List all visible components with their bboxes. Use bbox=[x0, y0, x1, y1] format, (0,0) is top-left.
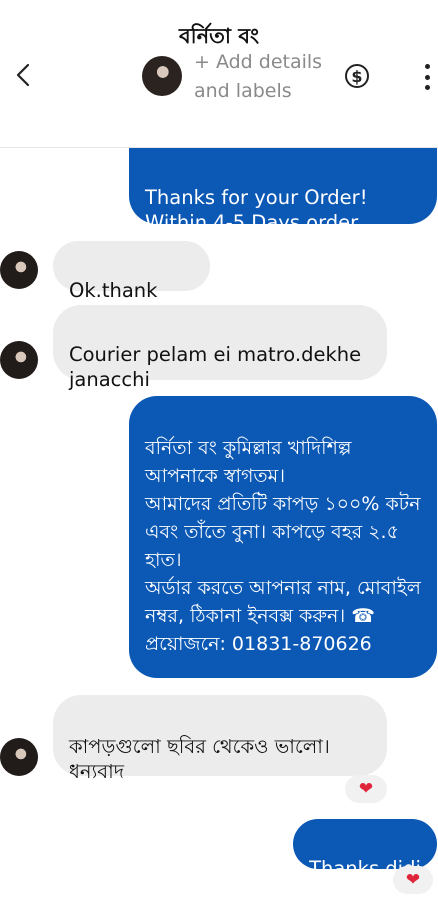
message-outgoing-shop-welcome[interactable]: বর্নিতা বং কুমিল্লার খাদিশিল্প আপনাকে স্… bbox=[129, 396, 437, 678]
dollar-circle-icon[interactable]: $ bbox=[345, 64, 369, 88]
chat-header: বর্নিতা বং + Add details and labels $ bbox=[0, 0, 438, 148]
more-vertical-icon[interactable] bbox=[424, 64, 430, 90]
back-button[interactable] bbox=[10, 58, 36, 92]
add-details-link[interactable]: + Add details and labels bbox=[194, 48, 324, 106]
contact-avatar[interactable] bbox=[0, 738, 38, 776]
contact-avatar[interactable] bbox=[0, 341, 38, 379]
message-incoming-thanks-bangla[interactable]: কাপড়গুলো ছবির থেকেও ভালো। ধন্যবাদ bbox=[53, 695, 387, 783]
reaction-heart[interactable]: ❤ bbox=[393, 866, 433, 894]
chevron-left-icon bbox=[16, 63, 30, 87]
message-text: Courier pelam ei matro.dekhe janacchi bbox=[69, 343, 362, 391]
message-incoming-ok-thank-you[interactable]: Ok.thank you bbox=[53, 241, 210, 327]
message-text: কাপড়গুলো ছবির থেকেও ভালো। ধন্যবাদ bbox=[69, 735, 330, 783]
message-outgoing-thanks-didi[interactable]: Thanks didi bbox=[293, 819, 437, 880]
heart-icon: ❤ bbox=[358, 779, 374, 799]
message-text: বর্নিতা বং কুমিল্লার খাদিশিল্প আপনাকে স্… bbox=[145, 437, 421, 655]
contact-avatar[interactable] bbox=[142, 56, 182, 96]
dollar-symbol: $ bbox=[351, 66, 363, 86]
heart-icon: ❤ bbox=[405, 870, 421, 890]
reaction-heart[interactable]: ❤ bbox=[345, 775, 387, 803]
message-incoming-courier[interactable]: Courier pelam ei matro.dekhe janacchi bbox=[53, 305, 387, 391]
contact-avatar[interactable] bbox=[0, 251, 38, 289]
